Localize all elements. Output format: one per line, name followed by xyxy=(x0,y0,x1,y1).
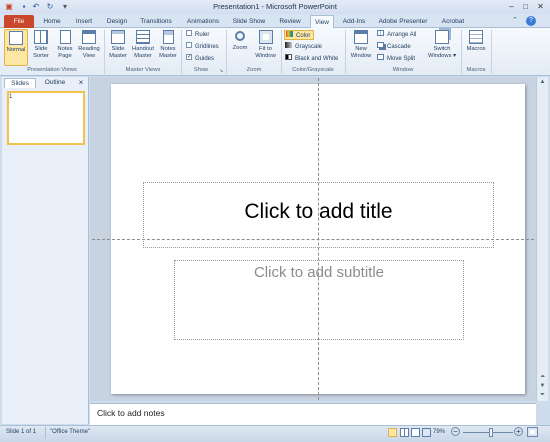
notes-page-icon xyxy=(59,30,71,44)
notes-master-icon xyxy=(162,30,174,44)
notes-page-button[interactable]: Notes Page xyxy=(54,29,76,66)
tab-add-ins[interactable]: Add-Ins xyxy=(339,15,369,28)
move-split-button[interactable]: Move Split xyxy=(377,54,415,64)
vertical-scrollbar[interactable] xyxy=(536,77,548,401)
new-window-button[interactable]: New Window xyxy=(348,29,374,66)
group-label-show: Show xyxy=(193,67,209,73)
tab-transitions[interactable]: Transitions xyxy=(136,15,176,28)
black-white-swatch-icon xyxy=(285,54,292,61)
close-button[interactable]: ✕ xyxy=(534,1,547,12)
maximize-button[interactable]: □ xyxy=(519,1,532,12)
normal-view-icon xyxy=(9,31,23,45)
minimize-button[interactable]: – xyxy=(505,1,518,12)
group-separator xyxy=(181,30,182,74)
cascade-button[interactable]: Cascade xyxy=(377,42,411,52)
slide-count-status: Slide 1 of 1 xyxy=(6,429,37,435)
gridlines-checkbox-box[interactable] xyxy=(186,42,192,49)
group-label-macros: Macros xyxy=(466,67,486,73)
ruler-checkbox-box[interactable] xyxy=(186,30,192,37)
tab-slides[interactable]: Slides xyxy=(4,78,36,88)
cascade-icon xyxy=(377,42,384,49)
tab-home[interactable]: Home xyxy=(38,15,66,28)
notes-placeholder[interactable]: Click to add notes xyxy=(97,408,165,418)
tab-animations[interactable]: Animations xyxy=(182,15,224,28)
fit-slide-to-window-icon[interactable] xyxy=(527,427,538,437)
macros-icon xyxy=(469,30,483,44)
new-window-icon xyxy=(354,30,368,44)
move-split-icon xyxy=(377,54,384,61)
slide-thumbnail[interactable] xyxy=(7,91,85,145)
normal-view-button[interactable]: Normal xyxy=(4,29,28,66)
arrange-all-icon xyxy=(377,30,384,37)
macros-button[interactable]: Macros xyxy=(463,29,489,66)
zoom-slider-thumb[interactable] xyxy=(488,428,493,437)
magnifier-icon xyxy=(235,31,245,41)
zoom-in-icon[interactable]: + xyxy=(514,427,523,436)
black-and-white-button[interactable]: Black and White xyxy=(285,54,338,64)
window-title: Presentation1 - Microsoft PowerPoint xyxy=(213,2,337,11)
group-label-color-grayscale: Color/Grayscale xyxy=(292,67,334,73)
previous-slide-icon[interactable]: ⏶ xyxy=(538,374,547,383)
guides-checkbox-box[interactable]: ✓ xyxy=(186,54,192,61)
group-label-window: Window xyxy=(392,67,414,73)
ruler-checkbox[interactable]: Ruler xyxy=(186,30,209,40)
scroll-down-icon[interactable]: ▼ xyxy=(538,383,547,392)
slide-sorter-button[interactable]: Slide Sorter xyxy=(29,29,53,66)
zoom-out-icon[interactable]: − xyxy=(451,427,460,436)
fit-to-window-icon xyxy=(258,30,273,44)
scroll-up-icon[interactable]: ▲ xyxy=(538,79,547,88)
tab-design[interactable]: Design xyxy=(102,15,132,28)
group-label-zoom: Zoom xyxy=(246,67,262,73)
reading-view-icon xyxy=(82,30,96,44)
notes-master-button[interactable]: Notes Master xyxy=(157,29,179,66)
gridlines-checkbox[interactable]: Gridlines xyxy=(186,42,219,52)
switch-windows-icon xyxy=(435,30,449,44)
group-separator xyxy=(491,30,492,74)
grayscale-swatch-icon xyxy=(285,42,292,49)
handout-master-button[interactable]: Handout Master xyxy=(130,29,156,66)
slide-thumbnail-number: 1 xyxy=(9,94,13,100)
handout-master-icon xyxy=(136,30,150,44)
tab-outline[interactable]: Outline xyxy=(38,78,72,88)
slide-sorter-status-icon[interactable] xyxy=(400,428,409,437)
dialog-launcher-icon[interactable]: ↘ xyxy=(219,68,223,74)
slide-sorter-icon xyxy=(34,30,48,44)
arrange-all-button[interactable]: Arrange All xyxy=(377,30,416,40)
theme-status[interactable]: "Office Theme" xyxy=(50,429,90,435)
status-divider xyxy=(45,427,46,439)
grayscale-button[interactable]: Grayscale xyxy=(285,42,322,52)
tab-acrobat[interactable]: Acrobat xyxy=(437,15,469,28)
tab-file[interactable]: File xyxy=(4,15,34,28)
slide-master-button[interactable]: Slide Master xyxy=(107,29,129,66)
tab-view[interactable]: View xyxy=(310,15,334,28)
group-separator xyxy=(281,30,282,74)
horizontal-guide[interactable] xyxy=(92,239,534,240)
tab-adobe-presenter[interactable]: Adobe Presenter xyxy=(374,15,432,28)
help-icon[interactable]: ? xyxy=(526,16,536,26)
slide-show-status-icon[interactable] xyxy=(422,428,431,437)
fit-to-window-button[interactable]: Fit to Window xyxy=(252,29,279,66)
group-separator xyxy=(226,30,227,74)
group-label-presentation-views: Presentation Views xyxy=(27,67,77,73)
color-swatch-icon xyxy=(286,31,293,38)
tab-review[interactable]: Review xyxy=(274,15,306,28)
subtitle-placeholder[interactable]: Click to add subtitle xyxy=(174,264,464,281)
reading-view-button[interactable]: Reading View xyxy=(77,29,101,66)
switch-windows-button[interactable]: Switch Windows ▾ xyxy=(426,29,458,66)
tab-slide-show[interactable]: Slide Show xyxy=(230,15,268,28)
zoom-level[interactable]: 79% xyxy=(433,429,445,435)
normal-view-status-icon[interactable] xyxy=(388,428,397,437)
zoom-button[interactable]: Zoom xyxy=(229,29,251,66)
tab-insert[interactable]: Insert xyxy=(70,15,98,28)
slide-master-icon xyxy=(111,30,125,44)
close-panel-button[interactable]: × xyxy=(76,78,86,88)
reading-view-status-icon[interactable] xyxy=(411,428,420,437)
next-slide-icon[interactable]: ⏷ xyxy=(538,392,547,401)
group-label-master-views: Master Views xyxy=(125,67,161,73)
guides-checkbox[interactable]: ✓ Guides xyxy=(186,54,214,64)
color-button[interactable]: Color xyxy=(284,30,314,40)
minimize-ribbon-icon[interactable]: ⌃ xyxy=(512,16,522,26)
